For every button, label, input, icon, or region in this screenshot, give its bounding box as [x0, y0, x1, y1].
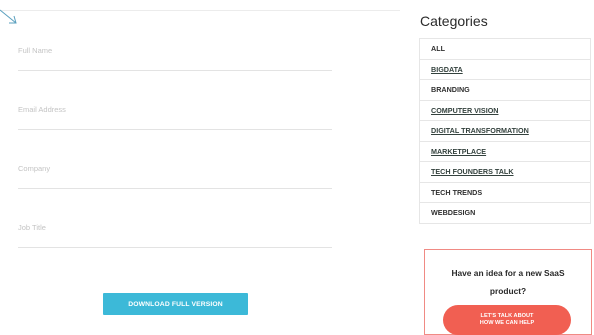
company-input[interactable]	[18, 148, 332, 188]
category-all[interactable]: ALL	[420, 39, 590, 60]
download-full-version-button[interactable]: DOWNLOAD FULL VERSION	[103, 293, 248, 315]
category-bigdata[interactable]: BIGDATA	[420, 60, 590, 80]
category-label: TECH FOUNDERS TALK	[431, 167, 514, 176]
category-branding[interactable]: BRANDING	[420, 80, 590, 101]
cta-button-line1: LET'S TALK ABOUT	[480, 313, 534, 319]
cta-button-line2: HOW WE CAN HELP	[479, 320, 535, 326]
cta-text-line2: product?	[489, 286, 527, 296]
category-tech-founders-talk[interactable]: TECH FOUNDERS TALK	[420, 162, 590, 183]
category-label: WEBDESIGN	[431, 208, 476, 217]
full-name-field	[18, 30, 332, 71]
category-label: TECH TRENDS	[431, 187, 483, 197]
categories-heading: Categories	[420, 13, 488, 29]
cta-text-line1: Have an idea for a new SaaS	[451, 268, 565, 278]
category-label: BRANDING	[431, 85, 470, 94]
company-field	[18, 148, 332, 189]
category-digital-transformation[interactable]: DIGITAL TRANSFORMATION	[420, 121, 590, 142]
arrow-icon	[0, 9, 17, 24]
cta-box: Have an idea for a new SaaS product? LET…	[424, 249, 592, 335]
job-title-field	[18, 207, 332, 248]
job-title-input[interactable]	[18, 207, 332, 247]
full-name-input[interactable]	[18, 30, 332, 70]
email-input[interactable]	[18, 89, 332, 129]
category-label: ALL	[431, 44, 445, 53]
cta-text: Have an idea for a new SaaS product?	[425, 264, 591, 300]
category-computer-vision[interactable]: COMPUTER VISION	[420, 101, 590, 121]
email-field	[18, 89, 332, 130]
category-label: BIGDATA	[431, 64, 463, 74]
category-webdesign[interactable]: WEBDESIGN	[420, 203, 590, 224]
categories-list: ALL BIGDATA BRANDING COMPUTER VISION DIG…	[419, 38, 591, 224]
category-label: MARKETPLACE	[431, 146, 487, 156]
top-divider	[0, 0, 400, 11]
category-label: COMPUTER VISION	[431, 105, 499, 115]
category-label: DIGITAL TRANSFORMATION	[431, 126, 529, 135]
lets-talk-button[interactable]: LET'S TALK ABOUT HOW WE CAN HELP	[443, 305, 571, 335]
category-marketplace[interactable]: MARKETPLACE	[420, 142, 590, 162]
category-tech-trends[interactable]: TECH TRENDS	[420, 183, 590, 203]
